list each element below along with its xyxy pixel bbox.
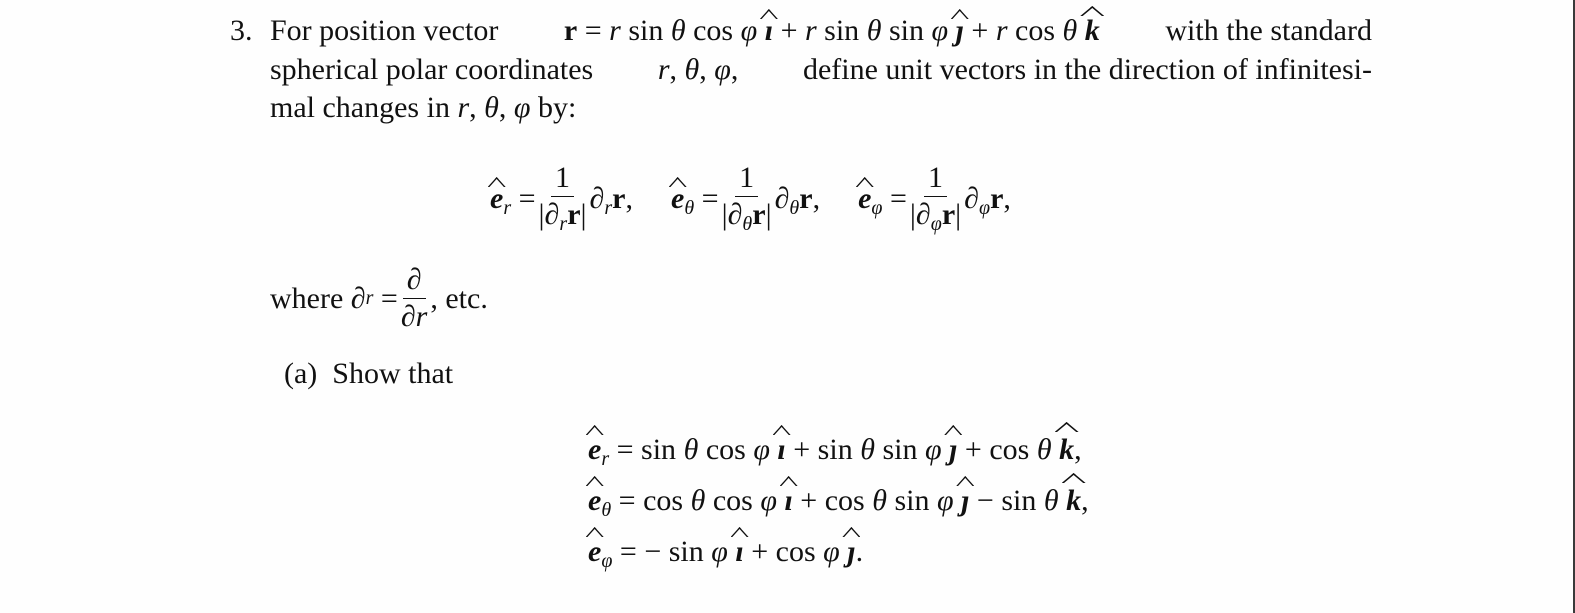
part-a: (a) Show that [284,357,453,391]
text-for-position-vector: For position vector [270,14,499,47]
position-vector-equation: r = r sin θ cos φ ı + r sin θ sin φ ȷ + … [563,14,1100,47]
problem-number: 3. [230,14,253,47]
text-with-the-standard: with the standard [1165,14,1372,47]
text-etc: etc. [445,281,488,315]
part-a-text: Show that [332,357,454,390]
unit-vector-definitions: er = 1 |∂rr| ∂rr, eθ = 1 |∂θr| ∂θr, eφ = 1… [490,160,1011,242]
result-e-theta: eθ = cos θ cos φ ı + cos θ sin φ ȷ − sin… [588,481,1089,532]
frac-e-r: 1 |∂rr| [538,161,587,235]
def-e-phi: eφ = [858,182,907,219]
where-clause: where ∂ r = ∂ ∂r, etc. [270,263,488,333]
part-a-results: er = sin θ cos φ ı + sin θ sin φ ȷ + cos… [588,430,1089,583]
intro-line-1: For position vector r = r sin θ cos φ ı … [270,14,1372,48]
frac-e-theta: 1 |∂θr| [721,161,772,235]
text-where: where [270,281,344,315]
intro-line-2: spherical polar coordinates r, θ, φ, def… [270,53,1372,87]
part-a-label: (a) [284,357,318,390]
document-page: 3. For position vector r = r sin θ cos φ… [0,0,1573,613]
coords-list: r, θ, φ, [657,53,739,86]
result-e-phi: eφ = − sin φ ı + cos φ ȷ. [588,532,1089,583]
text-spherical-polar: spherical polar coordinates [270,53,594,86]
frac-e-phi: 1 |∂φr| [909,161,962,235]
text-by: by: [538,91,577,124]
def-e-r: er = [490,182,536,219]
intro-line-3: mal changes in r, θ, φ by: [270,91,577,124]
text-mal-changes: mal changes in [270,91,450,124]
def-e-theta: eθ = [670,182,719,219]
text-define-unit: define unit vectors in the direction of … [802,53,1372,86]
result-e-r: er = sin θ cos φ ı + sin θ sin φ ȷ + cos… [588,430,1089,481]
partial-derivative-fraction: ∂ ∂r [400,263,428,333]
